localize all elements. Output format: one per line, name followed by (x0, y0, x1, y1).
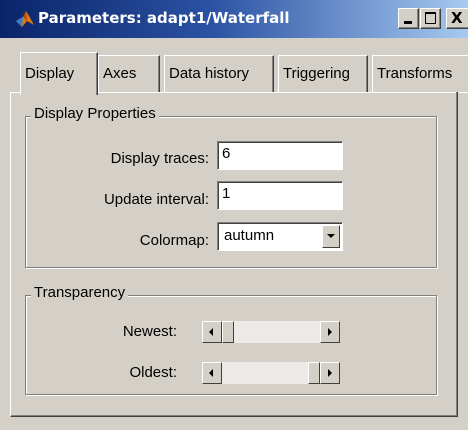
newest-label: Newest: (122, 323, 177, 340)
tab-label: Axes (103, 65, 137, 82)
colormap-label: Colormap: (139, 232, 209, 249)
slider-thumb[interactable] (222, 321, 234, 343)
maximize-button[interactable] (420, 8, 441, 29)
maximize-icon (425, 12, 436, 24)
title-bar[interactable]: Parameters: adapt1/Waterfall X (0, 0, 468, 38)
tab-label: Display (25, 65, 75, 82)
display-traces-label: Display traces: (110, 150, 209, 167)
close-icon: X (451, 9, 463, 27)
transparency-label: Transparency (31, 284, 129, 301)
arrow-right-icon[interactable] (320, 362, 340, 384)
tab-triggering[interactable]: Triggering (278, 55, 368, 92)
tab-data-history[interactable]: Data history (164, 55, 274, 92)
minimize-button[interactable] (398, 8, 419, 29)
newest-slider[interactable] (201, 320, 341, 344)
tab-display[interactable]: Display (20, 52, 98, 95)
tab-axes[interactable]: Axes (98, 55, 160, 92)
oldest-label: Oldest: (129, 364, 177, 381)
slider-thumb[interactable] (308, 362, 320, 384)
close-button[interactable]: X (446, 8, 468, 29)
arrow-left-icon[interactable] (202, 362, 222, 384)
tab-transforms[interactable]: Transforms (372, 55, 468, 92)
tab-label: Triggering (283, 65, 350, 82)
chevron-down-icon[interactable] (322, 225, 340, 248)
display-properties-label: Display Properties (31, 105, 159, 122)
tab-label: Data history (169, 65, 250, 82)
arrow-left-icon[interactable] (202, 321, 222, 343)
oldest-slider[interactable] (201, 361, 341, 385)
tab-label: Transforms (377, 65, 453, 82)
update-interval-label: Update interval: (103, 191, 209, 208)
matlab-icon (16, 11, 34, 27)
minimize-icon (404, 21, 412, 24)
tab-panel-display: Display Properties Display traces: 6 Upd… (10, 92, 458, 417)
update-interval-input[interactable]: 1 (217, 181, 343, 210)
arrow-right-icon[interactable] (320, 321, 340, 343)
parameters-window: Parameters: adapt1/Waterfall X Display A… (0, 0, 468, 430)
window-title: Parameters: adapt1/Waterfall (38, 9, 290, 27)
colormap-select[interactable]: autumn (217, 222, 343, 251)
display-traces-input[interactable]: 6 (217, 141, 343, 170)
